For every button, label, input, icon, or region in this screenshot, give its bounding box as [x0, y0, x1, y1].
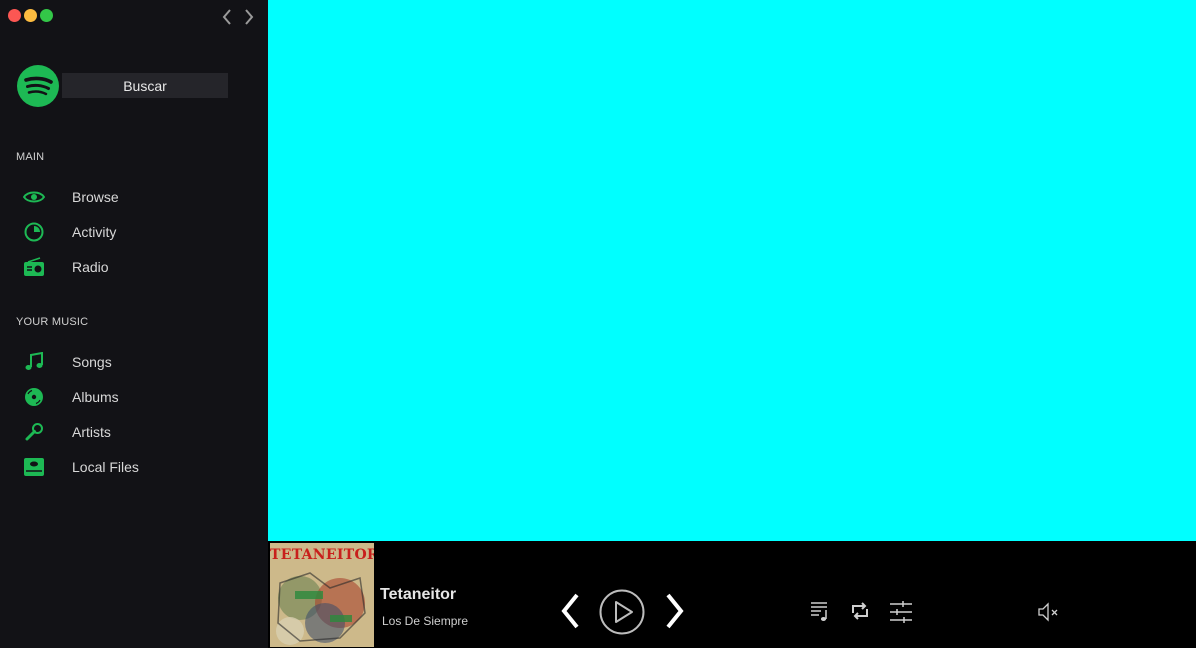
sidebar-item-songs[interactable]: Songs	[0, 347, 268, 377]
play-button-icon[interactable]	[599, 589, 645, 635]
section-label-main: MAIN	[16, 151, 45, 163]
app-window: MAIN Browse Activity	[0, 0, 1196, 648]
track-artist[interactable]: Los De Siempre	[382, 614, 468, 628]
spotify-logo-icon[interactable]	[17, 65, 59, 107]
sidebar-item-activity[interactable]: Activity	[0, 217, 268, 247]
history-navigation	[220, 7, 256, 27]
microphone-icon	[22, 420, 46, 444]
previous-track-icon[interactable]	[559, 592, 583, 630]
search-input[interactable]	[62, 73, 228, 98]
next-track-icon[interactable]	[662, 592, 686, 630]
volume-mute-icon[interactable]	[1037, 600, 1061, 624]
album-cover[interactable]: TETANEITOR	[270, 543, 374, 647]
window-controls	[8, 9, 53, 22]
cover-title-text: TETANEITOR	[270, 547, 374, 563]
sidebar-item-browse[interactable]: Browse	[0, 182, 268, 212]
track-title[interactable]: Tetaneitor	[380, 586, 456, 604]
forward-chevron-icon[interactable]	[242, 7, 256, 27]
activity-pie-icon	[22, 220, 46, 244]
sidebar-item-label: Albums	[72, 389, 119, 405]
sidebar-item-radio[interactable]: Radio	[0, 252, 268, 282]
section-label-your-music: YOUR MUSIC	[16, 316, 89, 328]
vinyl-disc-icon	[22, 385, 46, 409]
equalizer-settings-icon[interactable]	[889, 600, 913, 624]
sidebar: MAIN Browse Activity	[0, 0, 268, 648]
repeat-icon[interactable]	[849, 600, 871, 622]
sidebar-item-artists[interactable]: Artists	[0, 417, 268, 447]
sidebar-item-label: Browse	[72, 189, 119, 205]
back-chevron-icon[interactable]	[220, 7, 234, 27]
maximize-window-button[interactable]	[40, 9, 53, 22]
sidebar-item-label: Artists	[72, 424, 111, 440]
sidebar-item-albums[interactable]: Albums	[0, 382, 268, 412]
sidebar-item-label: Activity	[72, 224, 117, 240]
music-note-icon	[22, 350, 46, 374]
eye-icon	[22, 185, 46, 209]
local-drive-icon	[22, 455, 46, 479]
main-content	[268, 0, 1196, 541]
queue-list-icon[interactable]	[809, 600, 831, 622]
sidebar-item-label: Radio	[72, 259, 109, 275]
sidebar-item-label: Local Files	[72, 459, 139, 475]
player-bar: TETANEITOR Tetaneitor Los De Siempre	[268, 541, 1196, 648]
sidebar-item-label: Songs	[72, 354, 112, 370]
sidebar-item-local-files[interactable]: Local Files	[0, 452, 268, 482]
radio-icon	[22, 255, 46, 279]
close-window-button[interactable]	[8, 9, 21, 22]
minimize-window-button[interactable]	[24, 9, 37, 22]
